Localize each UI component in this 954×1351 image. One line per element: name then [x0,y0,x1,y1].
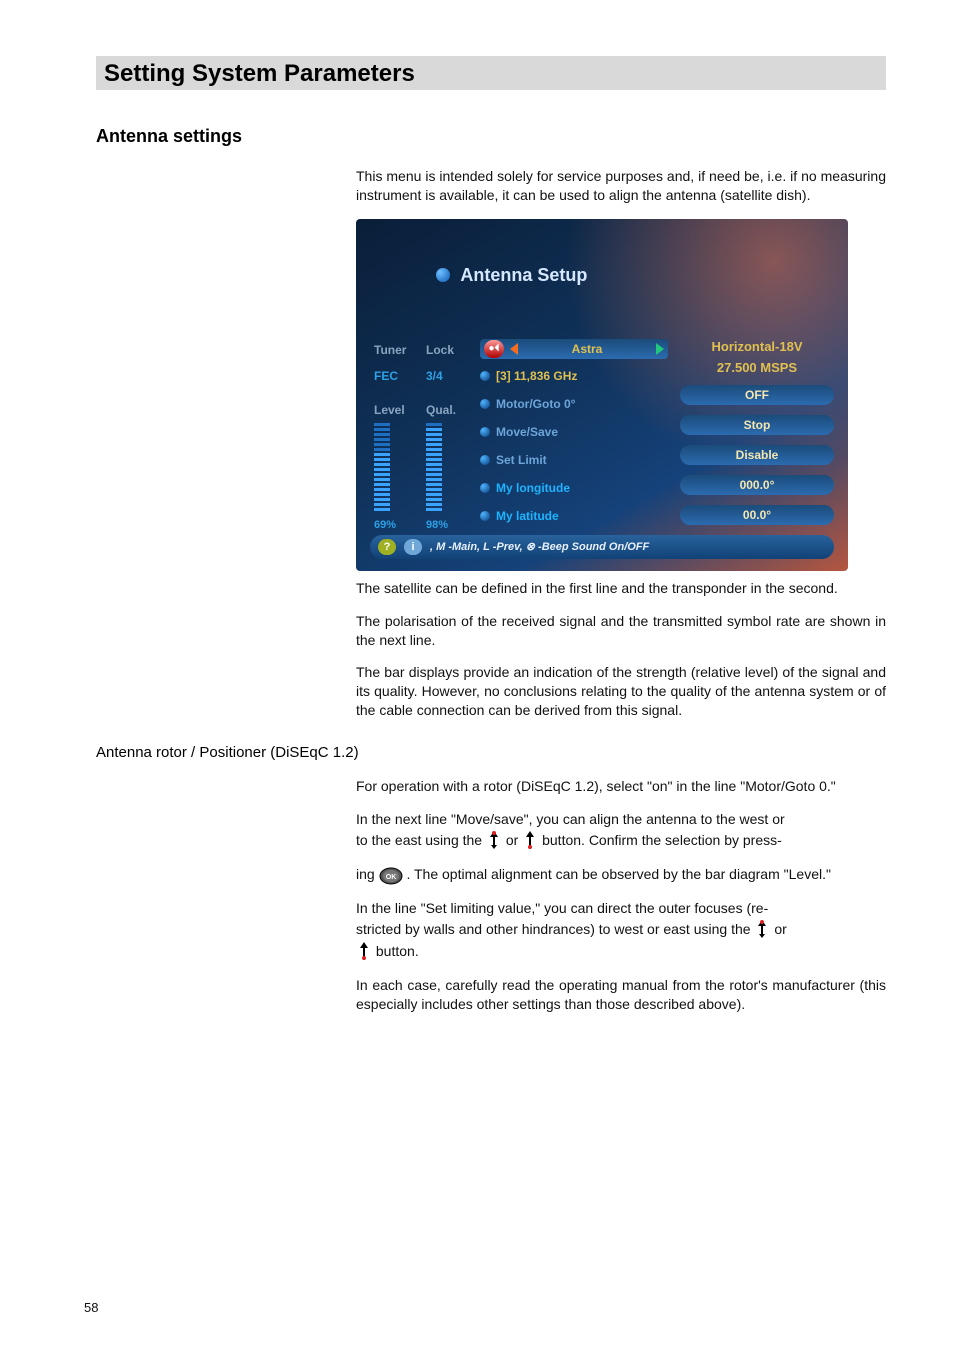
motor-goto-label: Motor/Goto 0° [496,397,575,411]
set-limit-label: Set Limit [496,453,547,467]
paragraph-1: The satellite can be defined in the firs… [356,579,886,598]
sub4-text-b: stricted by walls and other hindrances) … [356,921,754,937]
my-latitude-row[interactable]: My latitude [480,509,559,523]
satellite-name: Astra [524,342,650,356]
quality-percent: 98% [426,519,448,531]
label-qual: Qual. [426,403,456,417]
setlimit-value[interactable]: Disable [680,445,834,465]
sub2-text-a: In the next line "Move/save", you can al… [356,811,785,827]
level-percent: 69% [374,519,396,531]
document-page: Setting System Parameters Antenna settin… [0,0,954,1351]
bullet-icon [480,399,490,409]
title-bullet-icon [436,268,450,282]
subsection-title: Antenna rotor / Positioner (DiSEqC 1.2) [96,744,886,761]
screenshot-title-text: Antenna Setup [460,265,587,285]
arrow-right-icon [656,343,664,355]
paragraph-2: The polarisation of the received signal … [356,612,886,650]
intro-paragraph: This menu is intended solely for service… [356,167,886,205]
arrow-down-icon [486,829,502,851]
sub-para-3: ing OK . The optimal alignment can be ob… [356,865,886,885]
sub3-text-a: ing [356,866,379,882]
antenna-setup-screenshot: Antenna Setup Tuner Lock FEC 3/4 Level Q… [356,219,848,571]
arrow-up-icon [522,829,538,851]
my-longitude-row[interactable]: My longitude [480,481,570,495]
screenshot-title: Antenna Setup [436,265,587,286]
page-number: 58 [84,1300,98,1315]
bullet-icon [480,483,490,493]
rec-icon: ●⏴ [484,340,504,358]
sub2-text-b: to the east using the [356,832,486,848]
polarisation-value: Horizontal-18V [680,339,834,354]
bullet-icon [480,427,490,437]
svg-text:OK: OK [385,874,396,881]
sub3-text-b: . The optimal alignment can be observed … [406,866,830,882]
arrow-up-icon [356,940,372,962]
set-limit-row[interactable]: Set Limit [480,453,547,467]
transponder-row[interactable]: [3] 11,836 GHz [480,369,577,383]
chapter-title: Setting System Parameters [104,60,878,88]
value-fec: 3/4 [426,369,443,383]
bullet-icon [480,511,490,521]
my-longitude-label: My longitude [496,481,570,495]
chapter-header: Setting System Parameters [96,56,886,90]
bullet-icon [480,371,490,381]
latitude-value[interactable]: 00.0° [680,505,834,525]
screenshot-help-bar: ? i , M -Main, L -Prev, ⊗ -Beep Sound On… [370,535,834,559]
sub4-text-d: button. [376,943,419,959]
ok-button-icon: OK [379,867,403,885]
move-save-row[interactable]: Move/Save [480,425,558,439]
symbol-rate-value: 27.500 MSPS [680,360,834,375]
right-values-column: Horizontal-18V 27.500 MSPS OFF Stop Disa… [680,339,834,525]
sub4-text-a: In the line "Set limiting value," you ca… [356,900,768,916]
sub-para-1: For operation with a rotor (DiSEqC 1.2),… [356,777,886,796]
info-icon: i [404,539,422,555]
sub-para-4: In the line "Set limiting value," you ca… [356,899,886,962]
label-tuner: Tuner [374,343,406,357]
sub2-text-d: button. Confirm the selection by press- [542,832,782,848]
bullet-icon [480,455,490,465]
question-icon: ? [378,539,396,555]
label-level: Level [374,403,405,417]
motor-value[interactable]: OFF [680,385,834,405]
sub-para-2: In the next line "Move/save", you can al… [356,810,886,851]
sub4-text-c: or [774,921,786,937]
arrow-down-icon [754,918,770,940]
move-value[interactable]: Stop [680,415,834,435]
longitude-value[interactable]: 000.0° [680,475,834,495]
section-title: Antenna settings [96,126,886,147]
satellite-selector[interactable]: ●⏴ Astra [480,339,668,359]
sub-para-5: In each case, carefully read the operati… [356,976,886,1014]
help-bar-text: , M -Main, L -Prev, ⊗ -Beep Sound On/OFF [430,540,649,553]
label-lock: Lock [426,343,454,357]
label-fec: FEC [374,369,398,383]
transponder-freq: [3] 11,836 GHz [496,369,577,383]
quality-bar [426,423,442,513]
level-bar [374,423,390,513]
paragraph-3: The bar displays provide an indication o… [356,663,886,720]
arrow-left-icon [510,343,518,355]
motor-goto-row[interactable]: Motor/Goto 0° [480,397,575,411]
sub2-text-c: or [506,832,522,848]
move-save-label: Move/Save [496,425,558,439]
my-latitude-label: My latitude [496,509,559,523]
